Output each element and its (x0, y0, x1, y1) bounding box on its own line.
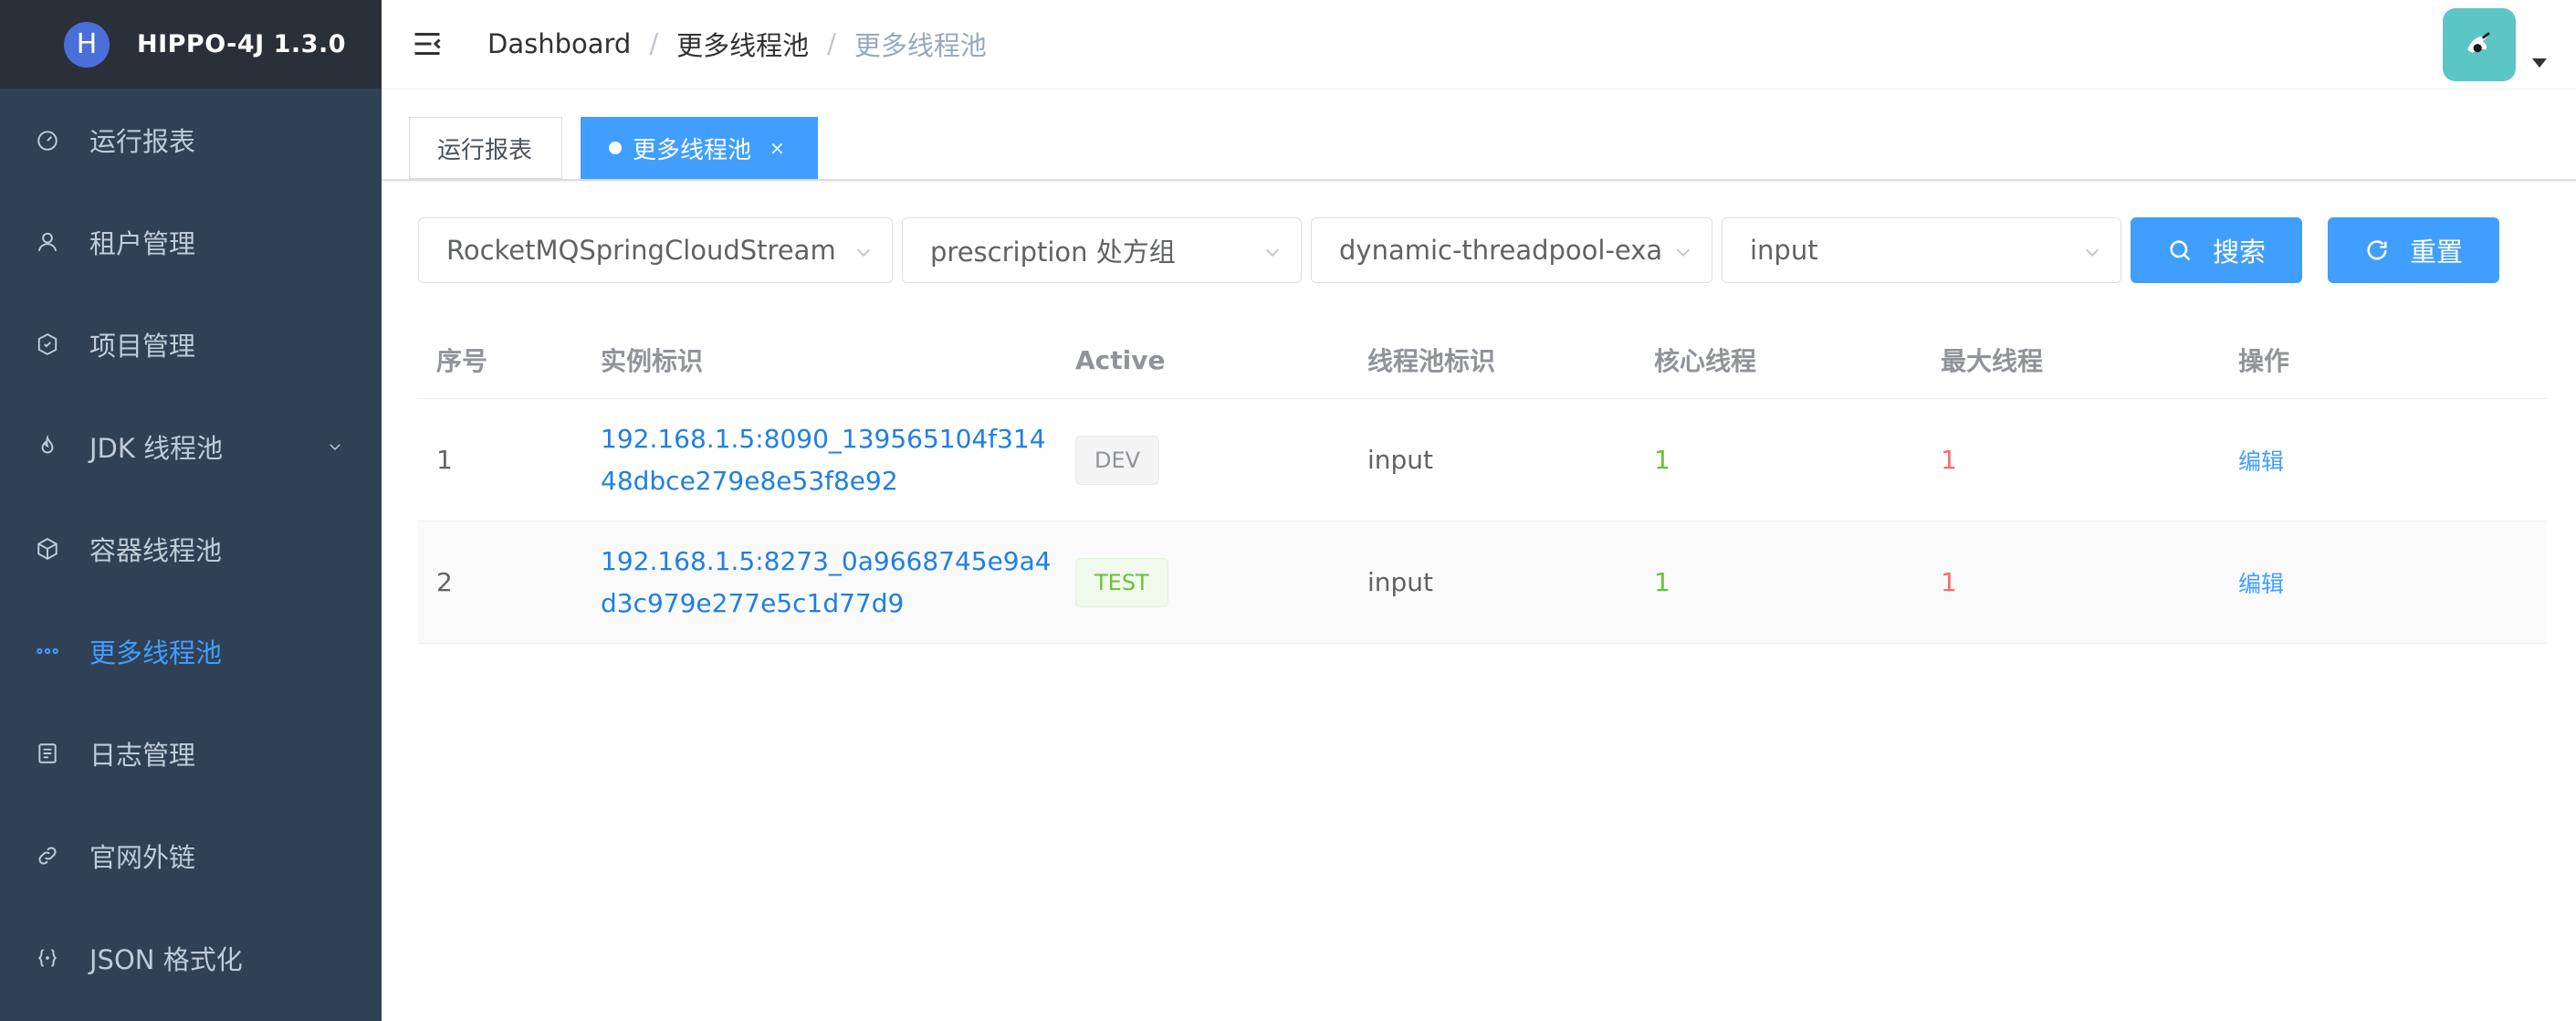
project-icon (35, 332, 60, 357)
sidebar-item-label: 运行报表 (89, 126, 196, 157)
sidebar-item-log[interactable]: 日志管理 (0, 702, 382, 805)
close-icon[interactable]: × (770, 137, 785, 159)
user-icon (35, 229, 60, 255)
table-row: 2 192.168.1.5:8273_0a9668745e9a4d3c979e2… (418, 521, 2547, 644)
column-header-core-threads: 核心线程 (1654, 346, 1757, 376)
table-row: 1 192.168.1.5:8090_139565104f31448dbce27… (418, 399, 2547, 521)
sidebar-item-label: 官网外链 (89, 842, 196, 873)
sidebar-menu: 运行报表 租户管理 项目管理 JDK 线程池 容器线程池 更多线程池 日志管理 … (0, 89, 382, 1009)
reset-button[interactable]: 重置 (2328, 217, 2499, 283)
threadpool-select-value: input (1750, 235, 1818, 266)
log-icon (35, 741, 60, 766)
link-icon (35, 843, 60, 868)
sidebar-item-label: 租户管理 (89, 228, 196, 259)
more-icon (35, 638, 60, 664)
tenant-select-value: RocketMQSpringCloudStream (446, 235, 836, 266)
sidebar-item-dashboard[interactable]: 运行报表 (0, 89, 382, 191)
cell-max-threads: 1 (1941, 567, 1957, 597)
chevron-down-icon (1676, 248, 1691, 257)
status-badge: DEV (1075, 435, 1160, 485)
cell-max-threads: 1 (1941, 445, 1957, 475)
search-icon (2170, 240, 2191, 261)
instance-link[interactable]: 192.168.1.5:8090_139565104f31448dbce279e… (601, 424, 1046, 496)
brand-title: HIPPO-4J 1.3.0 (137, 30, 346, 58)
instance-link[interactable]: 192.168.1.5:8273_0a9668745e9a4d3c979e277… (601, 546, 1052, 618)
chevron-down-icon (1265, 248, 1280, 257)
item-select-value: dynamic-threadpool-example (1339, 235, 1660, 266)
json-icon (35, 945, 60, 971)
status-badge: TEST (1075, 557, 1168, 607)
breadcrumb-item-more-threadpool[interactable]: 更多线程池 (676, 25, 809, 63)
sidebar-item-label: JDK 线程池 (89, 433, 224, 464)
cell-core-threads: 1 (1654, 567, 1670, 597)
group-select-value: prescription 处方组 (930, 237, 1176, 268)
cell-core-threads: 1 (1654, 445, 1670, 475)
breadcrumb-item-dashboard[interactable]: Dashboard (487, 28, 631, 59)
sidebar-item-label: 项目管理 (89, 331, 196, 362)
refresh-icon (2367, 240, 2387, 260)
column-header-instance: 实例标识 (601, 346, 704, 376)
breadcrumb: Dashboard / 更多线程池 / 更多线程池 (487, 0, 987, 88)
item-select[interactable]: dynamic-threadpool-example (1311, 217, 1712, 283)
avatar[interactable] (2443, 8, 2516, 81)
cell-index: 2 (436, 567, 453, 597)
sidebar-item-tenant[interactable]: 租户管理 (0, 191, 382, 293)
chevron-down-icon[interactable] (327, 438, 343, 455)
column-header-active: Active (1075, 344, 1166, 375)
sidebar-item-external-link[interactable]: 官网外链 (0, 805, 382, 907)
tenant-select[interactable]: RocketMQSpringCloudStream (418, 217, 893, 283)
column-header-max-threads: 最大线程 (1941, 346, 2044, 376)
sidebar: H HIPPO-4J 1.3.0 运行报表 租户管理 项目管理 JDK 线程池 (0, 0, 382, 1021)
search-button-label: 搜索 (2212, 237, 2266, 268)
sidebar-item-project[interactable]: 项目管理 (0, 293, 382, 395)
tag-more-threadpool[interactable]: 更多线程池 × (581, 117, 818, 179)
threadpool-select[interactable]: input (1722, 217, 2121, 283)
tag-label: 运行报表 (437, 136, 533, 164)
breadcrumb-item-current: 更多线程池 (853, 30, 987, 61)
sidebar-item-label: 更多线程池 (89, 637, 223, 668)
hamburger-icon[interactable] (411, 27, 444, 60)
column-header-pool-id: 线程池标识 (1367, 346, 1496, 376)
column-header-actions: 操作 (2238, 346, 2290, 376)
sidebar-item-jdk-threadpool[interactable]: JDK 线程池 (0, 395, 382, 498)
navbar: Dashboard / 更多线程池 / 更多线程池 (382, 0, 2576, 89)
threadpool-table: 序号 实例标识 Active 线程池标识 核心线程 最大线程 操作 1 192.… (418, 321, 2547, 644)
brand[interactable]: H HIPPO-4J 1.3.0 (0, 0, 382, 89)
fire-icon (35, 434, 60, 459)
search-button[interactable]: 搜索 (2131, 217, 2302, 283)
tag-label: 更多线程池 (633, 136, 752, 164)
tags-view: 运行报表 更多线程池 × (382, 89, 2576, 181)
dashboard-icon (35, 127, 60, 153)
box-icon (35, 536, 60, 562)
sidebar-item-label: 容器线程池 (89, 535, 223, 566)
sidebar-item-container-threadpool[interactable]: 容器线程池 (0, 498, 382, 600)
avatar-image-icon (2467, 32, 2490, 54)
sidebar-item-more-threadpool[interactable]: 更多线程池 (0, 600, 382, 702)
group-select[interactable]: prescription 处方组 (902, 217, 1302, 283)
edit-button[interactable]: 编辑 (2238, 571, 2284, 597)
edit-button[interactable]: 编辑 (2238, 448, 2284, 475)
cell-index: 1 (436, 445, 453, 475)
chevron-down-icon (2085, 248, 2100, 257)
sidebar-item-label: JSON 格式化 (89, 944, 243, 975)
table-header: 序号 实例标识 Active 线程池标识 核心线程 最大线程 操作 (418, 321, 2547, 399)
caret-down-icon[interactable] (2532, 58, 2547, 68)
column-header-index: 序号 (436, 346, 488, 376)
breadcrumb-separator: / (649, 28, 659, 59)
brand-logo: H (64, 21, 110, 68)
sidebar-item-label: 日志管理 (89, 740, 196, 771)
breadcrumb-separator: / (827, 28, 836, 59)
cell-pool-id: input (1367, 445, 1434, 475)
active-dot-icon (609, 142, 622, 154)
chevron-down-icon (856, 248, 871, 257)
cell-pool-id: input (1367, 567, 1434, 597)
tag-dashboard[interactable]: 运行报表 (409, 117, 562, 179)
reset-button-label: 重置 (2409, 237, 2463, 268)
sidebar-item-json-format[interactable]: JSON 格式化 (0, 907, 382, 1009)
